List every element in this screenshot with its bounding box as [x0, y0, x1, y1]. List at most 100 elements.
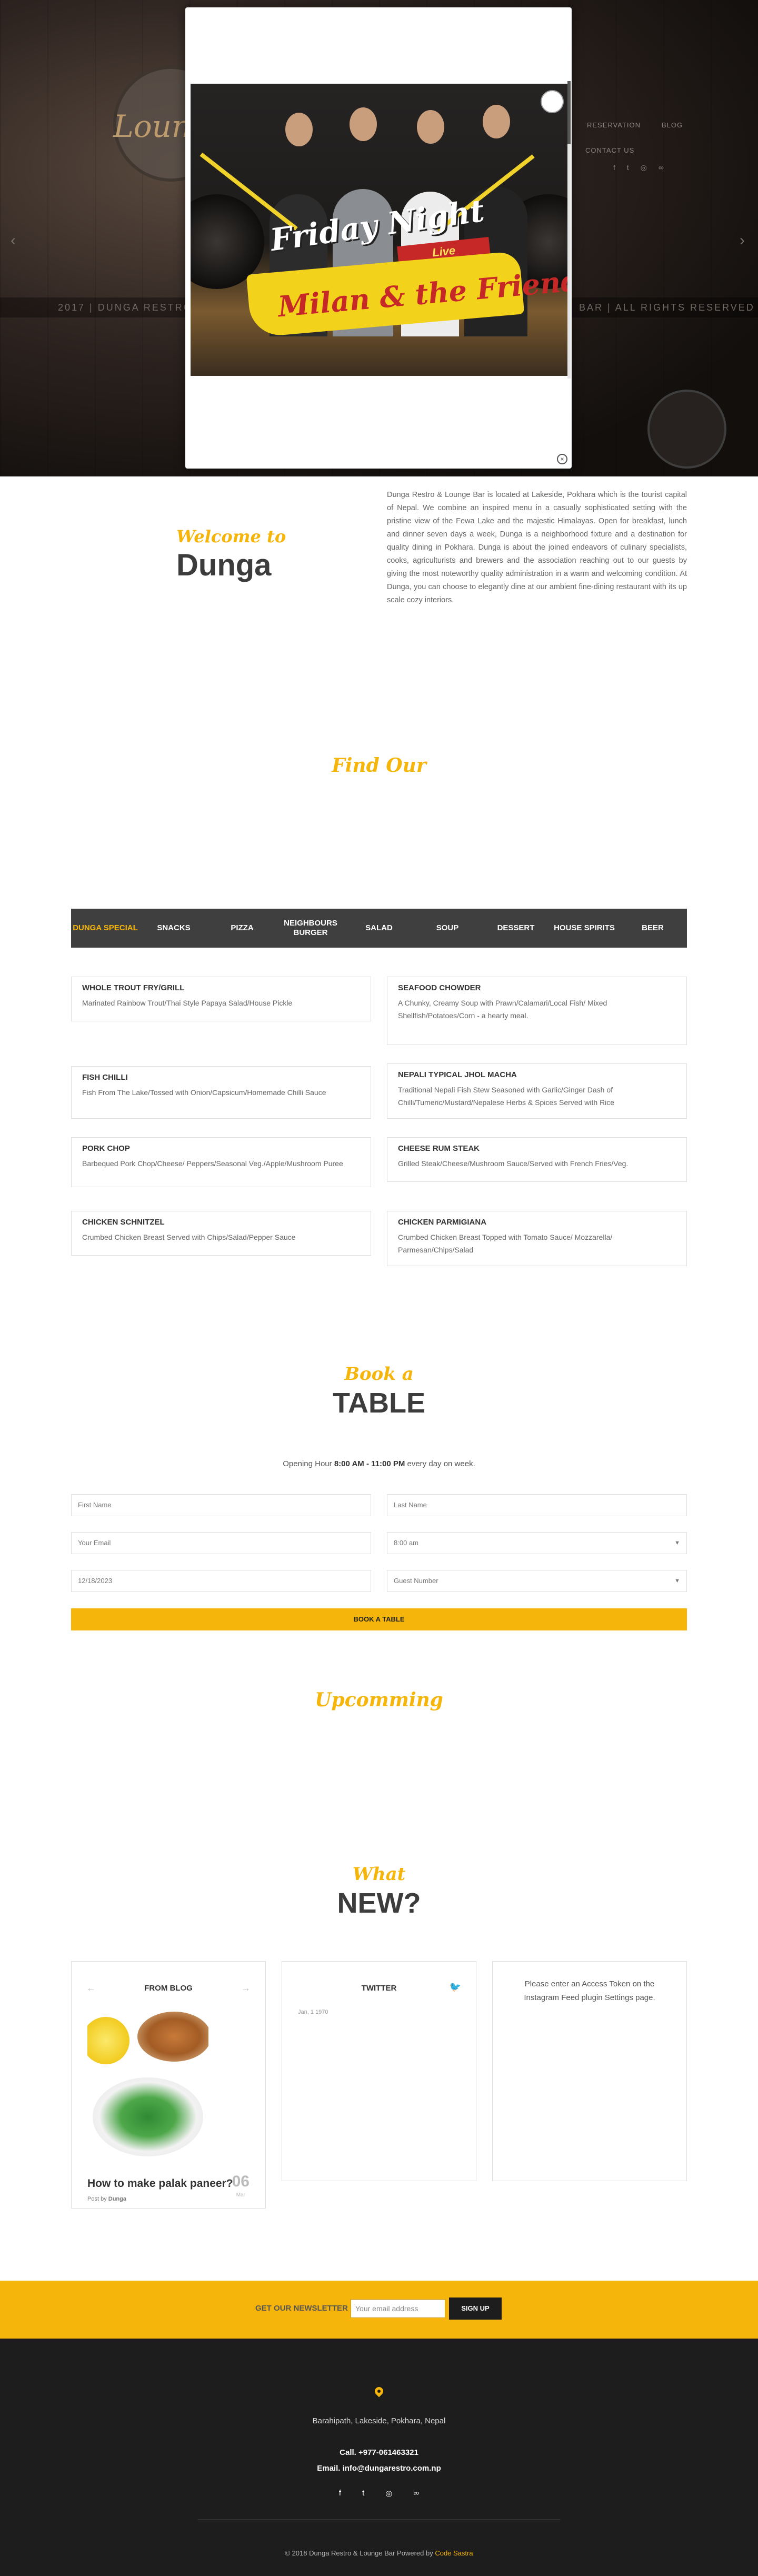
email-field[interactable]: Your Email: [71, 1532, 371, 1554]
blog-box: ← FROM BLOG → How to make palak paneer? …: [71, 1961, 266, 2209]
menu-item: FISH CHILLI Fish From The Lake/Tossed wi…: [71, 1066, 371, 1119]
sign-up-button[interactable]: SIGN UP: [449, 2297, 502, 2320]
map-pin-icon: [373, 2385, 385, 2398]
facebook-icon[interactable]: f: [339, 2489, 341, 2498]
slider-next-icon[interactable]: ›: [740, 232, 745, 250]
instagram-message: Please enter an Access Token on the Inst…: [524, 1980, 655, 2002]
hours-prefix: Opening Hour: [283, 1459, 332, 1468]
tab-house-spirits[interactable]: HOUSE SPIRITS: [550, 923, 619, 933]
facebook-icon[interactable]: f: [613, 163, 615, 172]
guest-select[interactable]: Guest Number ▼: [387, 1570, 687, 1592]
footer-email[interactable]: Email. info@dungarestro.com.np: [0, 2464, 758, 2473]
tab-dessert[interactable]: DESSERT: [482, 923, 550, 933]
tab-snacks[interactable]: SNACKS: [139, 923, 208, 933]
band-member-3-head: [417, 110, 444, 144]
welcome-script: Welcome to: [176, 526, 286, 546]
twitter-box: TWITTER 🐦 Jan, 1 1970: [282, 1961, 476, 2181]
menu-item: NEPALI TYPICAL JHOL MACHA Traditional Ne…: [387, 1063, 687, 1119]
hero-social: f t ◎ ∞: [613, 163, 664, 172]
blog-date-day: 06: [232, 2173, 250, 2190]
menu-item-title: CHICKEN PARMIGIANA: [398, 1218, 487, 1227]
menu-item: CHEESE RUM STEAK Grilled Steak/Cheese/Mu…: [387, 1137, 687, 1182]
instagram-icon[interactable]: ◎: [641, 163, 647, 172]
newsletter-section: GET OUR NEWSLETTER Your email address SI…: [0, 2281, 758, 2339]
blog-date: 06 Mar: [232, 2173, 250, 2202]
menu-item-desc: Barbequed Pork Chop/Cheese/ Peppers/Seas…: [82, 1159, 343, 1168]
footer-divider: [197, 2519, 561, 2520]
whatnew-title: NEW?: [337, 1887, 421, 1919]
tab-dunga-special[interactable]: DUNGA SPECIAL: [71, 923, 139, 933]
footer-copyright: © 2018 Dunga Restro & Lounge Bar Powered…: [0, 2549, 758, 2557]
blog-image[interactable]: [87, 2009, 208, 2167]
twitter-icon[interactable]: t: [627, 163, 629, 172]
blog-next-icon[interactable]: →: [241, 1983, 251, 1994]
blog-author: Post by Dunga: [87, 2196, 126, 2202]
book-title: TABLE: [333, 1387, 425, 1419]
band-member-4-head: [483, 105, 510, 138]
poster-logo: [541, 90, 564, 113]
hours-time: 8:00 AM - 11:00 PM: [334, 1459, 405, 1468]
menu-item: PORK CHOP Barbequed Pork Chop/Cheese/ Pe…: [71, 1137, 371, 1187]
tab-neighbours-burger[interactable]: NEIGHBOURS BURGER: [276, 919, 345, 938]
first-name-field[interactable]: First Name: [71, 1494, 371, 1516]
footer-phone[interactable]: Call. +977-061463321: [0, 2448, 758, 2457]
footer: Barahipath, Lakeside, Pokhara, Nepal Cal…: [0, 2339, 758, 2576]
menu-item-title: SEAFOOD CHOWDER: [398, 983, 481, 992]
hero-band-left: 2017 | DUNGA RESTRO: [58, 302, 193, 313]
blog-title: FROM BLOG: [144, 1984, 193, 1993]
upcoming-heading: Upcomming: [315, 1689, 443, 1711]
powered-by-link[interactable]: Code Sastra: [435, 2549, 473, 2557]
menu-item: CHICKEN SCHNITZEL Crumbed Chicken Breast…: [71, 1211, 371, 1256]
newsletter-email-input[interactable]: Your email address: [351, 2299, 445, 2318]
twitter-title: TWITTER: [361, 1984, 397, 1993]
menu-item: WHOLE TROUT FRY/GRILL Marinated Rainbow …: [71, 977, 371, 1021]
tab-salad[interactable]: SALAD: [345, 923, 413, 933]
instagram-icon[interactable]: ◎: [385, 2489, 392, 2498]
guest-select-value: Guest Number: [394, 1577, 438, 1585]
newsletter-label: GET OUR NEWSLETTER: [255, 2304, 348, 2313]
menu-item: CHICKEN PARMIGIANA Crumbed Chicken Breas…: [387, 1211, 687, 1266]
book-table-button[interactable]: BOOK A TABLE: [71, 1608, 687, 1630]
tab-pizza[interactable]: PIZZA: [208, 923, 276, 933]
footer-social: f t ◎ ∞: [0, 2489, 758, 2498]
popup-scrollbar[interactable]: [567, 81, 571, 379]
lemon-shape: [87, 2017, 129, 2064]
twitter-icon[interactable]: t: [362, 2489, 364, 2498]
menu-item-title: FISH CHILLI: [82, 1073, 128, 1082]
book-script: Book a: [344, 1364, 414, 1385]
nav-reservation[interactable]: RESERVATION: [587, 121, 641, 129]
twitter-icon[interactable]: 🐦: [450, 1982, 461, 1993]
hero-band-right: BAR | ALL RIGHTS RESERVED: [579, 302, 755, 313]
menu-item-title: PORK CHOP: [82, 1144, 130, 1153]
chevron-down-icon: ▼: [674, 1540, 680, 1546]
date-field[interactable]: 12/18/2023: [71, 1570, 371, 1592]
tripadvisor-icon[interactable]: ∞: [413, 2489, 419, 2498]
tripadvisor-icon[interactable]: ∞: [659, 163, 664, 172]
band-member-1-head: [285, 113, 313, 146]
whatnew-script: What: [352, 1864, 406, 1885]
blog-post-title[interactable]: How to make palak paneer?: [87, 2177, 233, 2190]
copyright-text: © 2018 Dunga Restro & Lounge Bar Powered…: [285, 2549, 433, 2557]
welcome-text: Dunga Restro & Lounge Bar is located at …: [387, 491, 687, 604]
instagram-box: Please enter an Access Token on the Inst…: [492, 1961, 687, 2181]
nav-contact[interactable]: CONTACT US: [585, 146, 634, 154]
menu-item-title: WHOLE TROUT FRY/GRILL: [82, 983, 185, 992]
tab-beer[interactable]: BEER: [619, 923, 687, 933]
time-select[interactable]: 8:00 am ▼: [387, 1532, 687, 1554]
menu-item: SEAFOOD CHOWDER A Chunky, Creamy Soup wi…: [387, 977, 687, 1045]
blog-author-name: Dunga: [108, 2196, 126, 2202]
last-name-field[interactable]: Last Name: [387, 1494, 687, 1516]
hours-suffix: every day on week.: [407, 1459, 475, 1468]
menu-item-desc: Grilled Steak/Cheese/Mushroom Sauce/Serv…: [398, 1159, 629, 1168]
close-icon[interactable]: ×: [557, 454, 567, 464]
popup-scroll-thumb[interactable]: [567, 81, 571, 144]
twitter-date: Jan, 1 1970: [298, 2009, 328, 2015]
tab-soup[interactable]: SOUP: [413, 923, 482, 933]
nav-blog[interactable]: BLOG: [662, 121, 683, 129]
time-select-value: 8:00 am: [394, 1539, 418, 1547]
chevron-down-icon: ▼: [674, 1578, 680, 1584]
slider-prev-icon[interactable]: ‹: [11, 232, 16, 250]
blog-author-prefix: Post by: [87, 2196, 107, 2202]
menu-heading: Find Our: [332, 754, 426, 777]
band-member-2-head: [350, 107, 377, 141]
